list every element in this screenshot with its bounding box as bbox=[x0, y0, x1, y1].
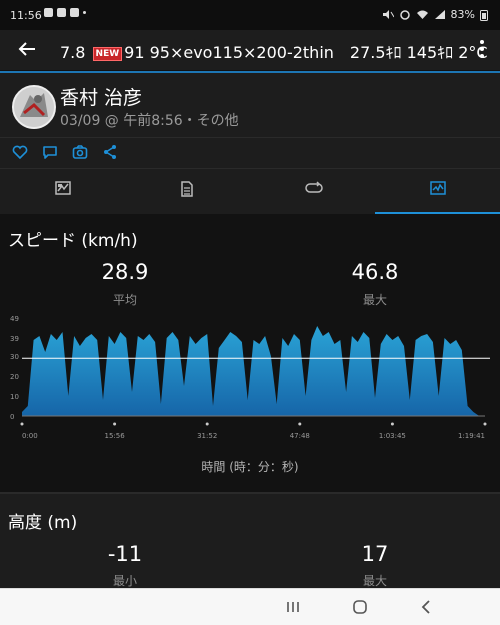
chart-icon bbox=[430, 181, 446, 195]
activity-title-rest: 91 95×evo115×200-2thin 27.5ｷﾛ 145ｷﾛ 2°C bbox=[124, 43, 488, 62]
x-tick-label: 15:56 bbox=[105, 432, 126, 440]
new-badge: NEW bbox=[92, 47, 123, 61]
activity-title: 7.8 NEW 91 95×evo115×200-2thin 27.5ｷﾛ 145… bbox=[60, 39, 488, 63]
notification-icon bbox=[44, 8, 53, 17]
x-tick-mark bbox=[113, 422, 117, 426]
battery-text: 83% bbox=[450, 8, 475, 21]
speed-x-axis-title: 時間 (時：分：秒) bbox=[201, 460, 299, 474]
tab-charts[interactable] bbox=[375, 169, 500, 214]
altitude-max-label: 最大 bbox=[362, 574, 387, 588]
x-tick-label: 1:19:41 bbox=[458, 432, 485, 440]
x-tick-mark bbox=[205, 422, 209, 426]
share-icon[interactable] bbox=[102, 144, 118, 160]
altitude-max-value: 17 bbox=[361, 542, 389, 566]
y-tick-label: 39 bbox=[10, 335, 19, 343]
x-tick-mark bbox=[298, 422, 302, 426]
speed-series-area bbox=[22, 326, 485, 416]
y-tick-label: 20 bbox=[10, 373, 19, 381]
altitude-title: 高度 (m) bbox=[8, 513, 78, 533]
x-tick-mark bbox=[390, 422, 394, 426]
like-icon[interactable] bbox=[12, 144, 28, 160]
x-tick-label: 47:48 bbox=[290, 432, 310, 440]
home-icon[interactable] bbox=[350, 597, 370, 617]
speed-chart[interactable]: 0 10 20 30 39 49 0:00 15:56 31:52 47:48 1:03:45 1:… bbox=[0, 306, 500, 446]
user-name[interactable]: 香村 治彦 bbox=[60, 83, 142, 110]
document-icon bbox=[181, 181, 193, 197]
map-icon bbox=[55, 181, 71, 195]
x-tick-mark bbox=[483, 422, 487, 426]
mute-icon bbox=[382, 10, 394, 19]
speed-avg-value: 28.9 bbox=[101, 260, 149, 284]
status-bar: 11:56 83% bbox=[0, 0, 500, 30]
x-tick-label: 0:00 bbox=[22, 432, 38, 440]
social-actions bbox=[0, 138, 500, 169]
system-icons: 83% bbox=[382, 8, 488, 21]
activity-title-prefix: 7.8 bbox=[60, 43, 86, 62]
tab-overview[interactable] bbox=[0, 169, 125, 214]
signal-icon bbox=[434, 10, 445, 19]
wifi-icon bbox=[416, 10, 428, 19]
y-tick-label: 30 bbox=[10, 353, 19, 361]
system-nav-bar bbox=[0, 588, 500, 625]
activity-meta: 03/09 @ 午前8:56・その他 bbox=[60, 113, 239, 129]
app-bar: 7.8 NEW 91 95×evo115×200-2thin 27.5ｷﾛ 145… bbox=[0, 30, 500, 70]
x-tick-label: 1:03:45 bbox=[379, 432, 406, 440]
activity-profile: 香村 治彦 03/09 @ 午前8:56・その他 bbox=[0, 73, 500, 138]
more-options-icon[interactable] bbox=[476, 38, 488, 60]
back-arrow-icon[interactable] bbox=[16, 38, 38, 60]
y-tick-label: 0 bbox=[10, 413, 14, 421]
altitude-section: 高度 (m) -11 最小 17 最大 bbox=[0, 494, 500, 588]
x-tick-label: 31:52 bbox=[197, 432, 217, 440]
alarm-icon bbox=[399, 10, 410, 20]
tab-details[interactable] bbox=[125, 169, 250, 214]
notification-icons bbox=[44, 8, 86, 17]
x-tick-mark bbox=[20, 422, 24, 426]
camera-icon[interactable] bbox=[72, 144, 88, 160]
tab-laps[interactable] bbox=[250, 169, 375, 214]
image-icon bbox=[70, 8, 79, 17]
avatar[interactable] bbox=[12, 85, 56, 129]
youtube-icon bbox=[57, 8, 66, 17]
activity-tabs bbox=[0, 169, 500, 214]
status-time: 11:56 bbox=[10, 9, 42, 22]
y-tick-label: 49 bbox=[10, 315, 19, 323]
comment-icon[interactable] bbox=[42, 144, 58, 160]
recent-apps-icon[interactable] bbox=[283, 597, 303, 617]
y-tick-label: 10 bbox=[10, 393, 19, 401]
more-notifications-icon bbox=[83, 11, 86, 14]
speed-title: スピード (km/h) bbox=[8, 231, 138, 251]
battery-icon bbox=[480, 9, 488, 21]
speed-max-value: 46.8 bbox=[351, 260, 399, 284]
altitude-min-label: 最小 bbox=[112, 574, 137, 588]
nav-back-icon[interactable] bbox=[416, 597, 436, 617]
loop-icon bbox=[305, 181, 323, 193]
altitude-min-value: -11 bbox=[107, 542, 143, 566]
